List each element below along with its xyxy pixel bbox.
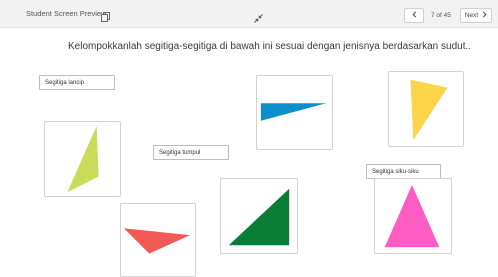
coral-triangle — [123, 228, 191, 254]
triangle-card-blue[interactable] — [256, 75, 333, 150]
page-indicator: 7 of 45 — [431, 12, 451, 19]
next-button[interactable]: Next — [460, 8, 492, 23]
label-obtuse-triangle[interactable]: Segitiga tumpul — [153, 145, 229, 160]
next-button-label: Next — [464, 12, 479, 19]
label-obtuse-text: Segitiga tumpul — [159, 149, 201, 156]
green-triangle — [228, 188, 290, 246]
label-right-triangle[interactable]: Segitiga siku-siku — [366, 164, 441, 179]
triangle-card-yellow[interactable] — [388, 71, 464, 147]
yellow-green-triangle — [67, 125, 99, 193]
chevron-left-icon — [412, 11, 417, 20]
label-acute-triangle[interactable]: Segitiga lancip — [39, 75, 115, 90]
triangle-card-green[interactable] — [220, 178, 298, 254]
triangle-card-pink[interactable] — [374, 178, 452, 254]
collapse-arrows-icon[interactable] — [254, 10, 263, 23]
label-right-text: Segitiga siku-siku — [372, 168, 419, 175]
label-acute-text: Segitiga lancip — [45, 79, 85, 86]
preview-toolbar: Student Screen Preview 7 of 45 Next — [0, 0, 498, 28]
triangle-card-yellow-green[interactable] — [44, 121, 121, 197]
blue-triangle — [260, 103, 327, 121]
question-instruction: Kelompokkanlah segitiga-segitiga di bawa… — [68, 41, 472, 52]
pink-triangle — [384, 184, 440, 248]
chevron-right-icon — [482, 11, 487, 20]
previous-button[interactable] — [404, 8, 424, 23]
copy-icon[interactable] — [101, 9, 110, 22]
yellow-triangle — [410, 79, 448, 141]
preview-title: Student Screen Preview — [26, 9, 107, 18]
triangle-card-coral[interactable] — [120, 203, 196, 277]
